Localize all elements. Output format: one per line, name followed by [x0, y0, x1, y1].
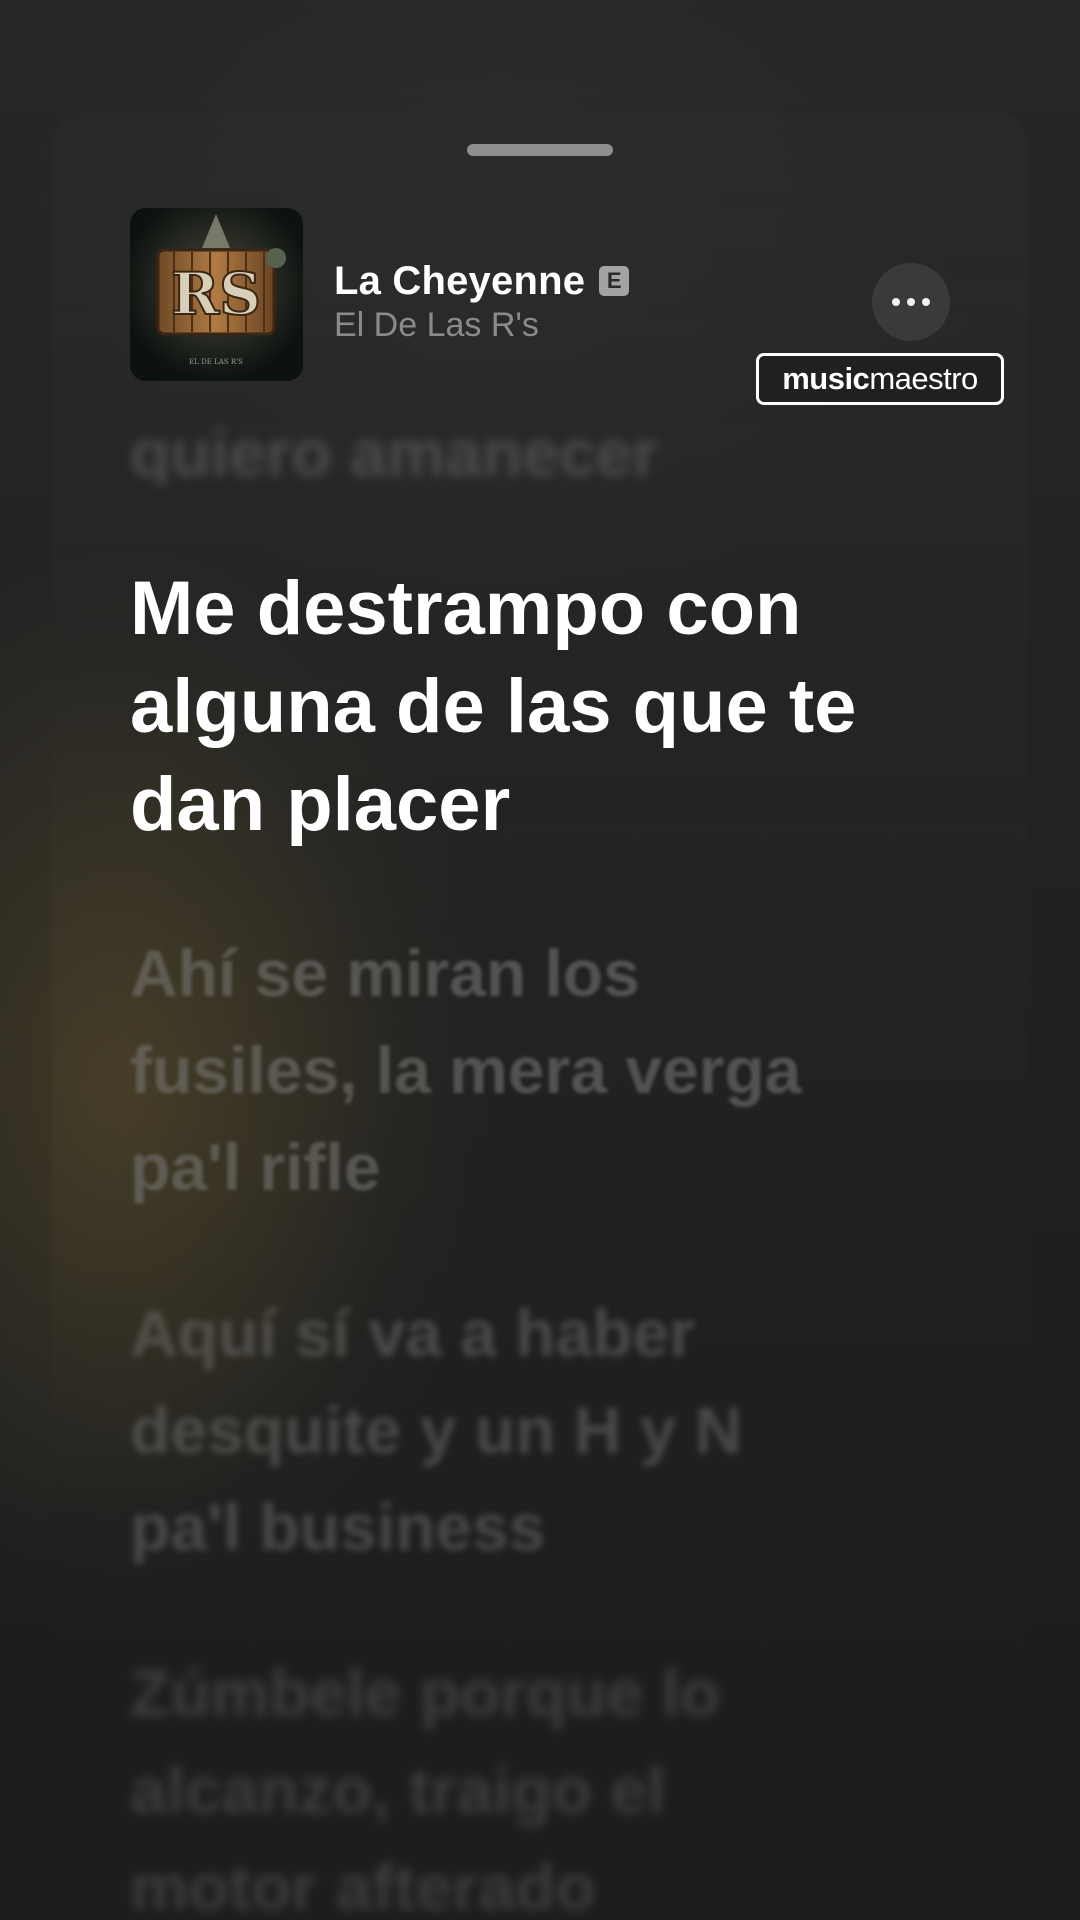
ellipsis-icon	[907, 298, 915, 306]
lyric-text: alguna de las que te	[130, 664, 857, 749]
svg-text:RS: RS	[171, 260, 261, 328]
explicit-badge: E	[599, 266, 630, 296]
svg-text:EL DE LAS R'S: EL DE LAS R'S	[189, 358, 243, 366]
lyric-text: Me destrampo con	[130, 566, 802, 651]
lyric-line-previous[interactable]: quiero amanecer	[130, 405, 950, 485]
album-artwork-image: RS EL DE LAS R'S	[130, 208, 303, 381]
ellipsis-icon	[922, 298, 930, 306]
lyric-text: pa'l business	[130, 1490, 546, 1564]
lyric-line-current[interactable]: Me destrampo con alguna de las que te da…	[130, 560, 950, 854]
lyric-text: Ahí se miran los	[130, 936, 640, 1010]
lyric-text: Zúmbele porque lo	[130, 1656, 721, 1730]
watermark-light: maestro	[869, 361, 978, 396]
ellipsis-icon	[892, 298, 900, 306]
artist-name[interactable]: El De Las R's	[334, 306, 539, 345]
track-title[interactable]: La Cheyenne	[334, 259, 585, 304]
lyric-line-upcoming[interactable]: Aquí sí va a haber desquite y un H y N p…	[130, 1285, 950, 1576]
lyric-text: Aquí sí va a haber	[130, 1296, 695, 1370]
lyric-line-upcoming[interactable]: Ahí se miran los fusiles, la mera verga …	[130, 925, 950, 1216]
lyric-text: fusiles, la mera verga	[130, 1033, 802, 1107]
lyric-text: quiero amanecer	[130, 416, 659, 485]
sheet-grabber-handle[interactable]	[467, 144, 613, 156]
lyric-text: dan placer	[130, 762, 511, 847]
lyric-text: motor afterado	[130, 1850, 596, 1920]
lyric-line-upcoming[interactable]: Zúmbele porque lo alcanzo, traigo el mot…	[130, 1645, 950, 1920]
track-title-row: La Cheyenne E	[334, 256, 630, 306]
lyric-text: pa'l rifle	[130, 1130, 381, 1204]
lyric-text: desquite y un H y N	[130, 1393, 743, 1467]
album-artwork[interactable]: RS EL DE LAS R'S	[130, 208, 303, 381]
watermark-bold: music	[782, 361, 870, 396]
more-options-button[interactable]	[872, 263, 950, 341]
lyric-text: alcanzo, traigo el	[130, 1753, 666, 1827]
musicmaestro-watermark: music maestro	[756, 353, 1004, 405]
